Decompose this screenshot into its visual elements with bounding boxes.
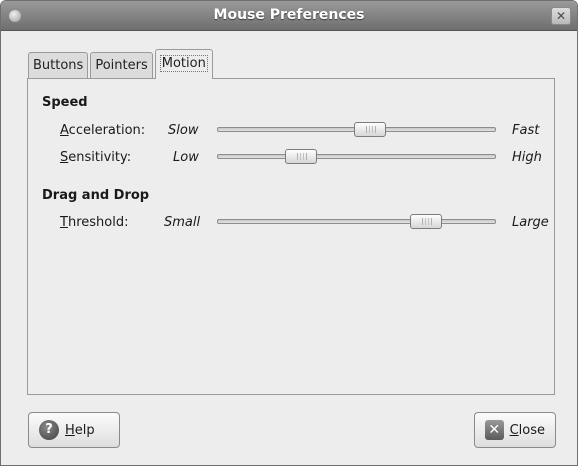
close-button[interactable]: ✕ Close [474, 412, 556, 448]
sensitivity-label-rest: ensitivity: [68, 150, 132, 165]
sensitivity-max-label: High [512, 150, 542, 165]
title-close-button[interactable]: ✕ [551, 7, 571, 25]
threshold-label: Threshold: [60, 215, 128, 230]
threshold-slider[interactable] [217, 214, 496, 229]
tab-buttons[interactable]: Buttons [28, 52, 89, 79]
threshold-slider-thumb[interactable] [409, 214, 442, 229]
acceleration-mnemonic: A [60, 123, 69, 138]
close-icon: ✕ [485, 420, 504, 440]
tab-pointers[interactable]: Pointers [90, 52, 153, 79]
acceleration-slider[interactable] [217, 122, 496, 137]
window-title: Mouse Preferences [213, 7, 365, 23]
help-mnemonic: H [65, 422, 75, 438]
acceleration-label: Acceleration: [60, 123, 145, 138]
help-icon: ? [39, 420, 59, 440]
threshold-min-label: Small [164, 215, 201, 230]
close-mnemonic: C [509, 422, 519, 438]
sensitivity-label: Sensitivity: [60, 150, 131, 165]
acceleration-label-rest: cceleration: [68, 123, 146, 138]
title-bar[interactable]: Mouse Preferences ✕ [1, 1, 577, 31]
close-label: Close [510, 423, 545, 438]
acceleration-max-label: Fast [512, 123, 540, 138]
tab-pointers-label: Pointers [95, 58, 148, 73]
speed-heading: Speed [42, 95, 88, 110]
tab-motion-label: Motion [159, 55, 208, 72]
help-label: Help [65, 423, 95, 438]
tab-motion[interactable]: Motion [154, 49, 213, 79]
tab-buttons-label: Buttons [33, 58, 84, 73]
acceleration-min-label: Slow [168, 123, 199, 138]
threshold-mnemonic: T [60, 215, 68, 230]
sensitivity-slider[interactable] [217, 149, 496, 164]
acceleration-slider-thumb[interactable] [354, 122, 387, 137]
drag-and-drop-heading: Drag and Drop [42, 188, 150, 203]
help-button[interactable]: ? Help [28, 412, 120, 448]
close-label-rest: lose [518, 422, 545, 438]
sensitivity-min-label: Low [173, 150, 199, 165]
mouse-preferences-window: Mouse Preferences ✕ Buttons Pointers Mot… [0, 0, 578, 466]
tab-bar: Buttons Pointers Motion [28, 49, 215, 79]
threshold-max-label: Large [512, 215, 549, 230]
threshold-label-rest: hreshold: [67, 215, 129, 230]
sensitivity-slider-thumb[interactable] [285, 149, 318, 164]
motion-panel: Speed Acceleration: Slow Fast Sensitivit… [27, 78, 555, 395]
help-label-rest: elp [74, 422, 95, 438]
